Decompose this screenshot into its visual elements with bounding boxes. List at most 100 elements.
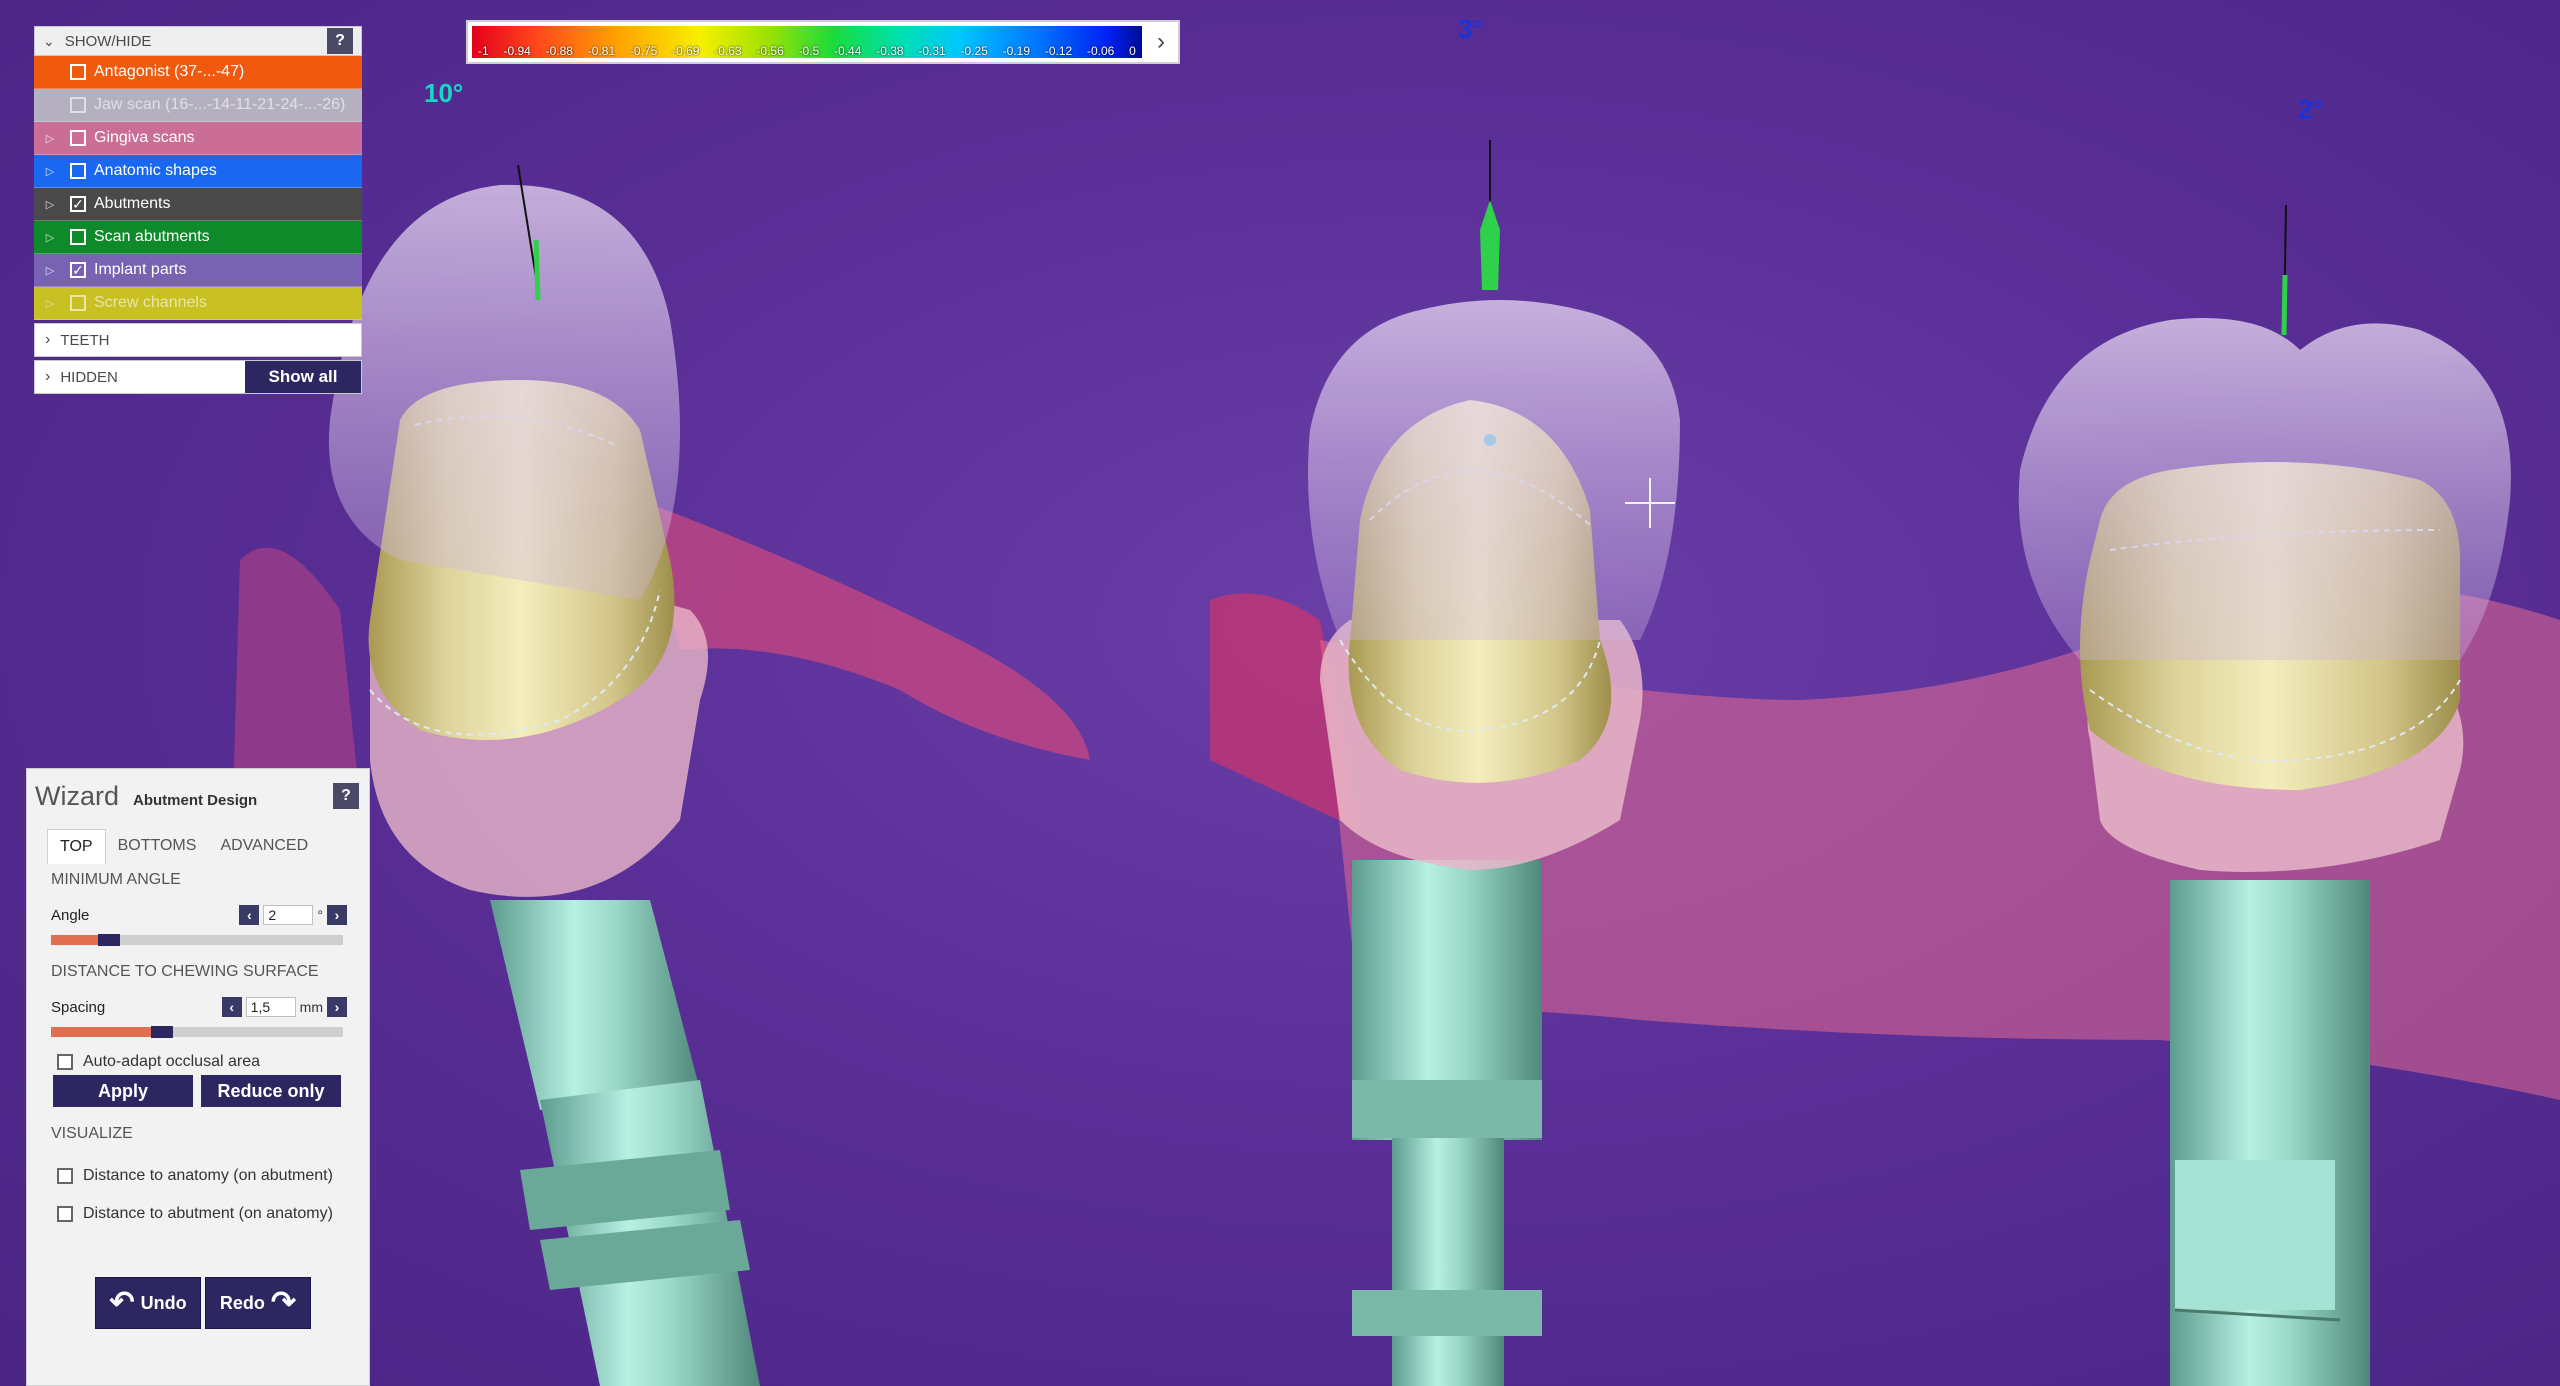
spacing-slider-thumb[interactable] xyxy=(150,1026,173,1038)
color-scale-tick: -0.12 xyxy=(1044,44,1073,58)
distance-color-scale: -1 -0.94 -0.88 -0.81 -0.75 -0.69 -0.63 -0.56 -0.… xyxy=(466,20,1180,64)
axis-marker-middle xyxy=(1480,200,1500,290)
show-hide-item-label: Antagonist (37-...-47) xyxy=(94,63,245,80)
show-hide-item-label: Scan abutments xyxy=(94,228,210,245)
vis-option-box[interactable] xyxy=(57,1206,73,1222)
visibility-checkbox[interactable] xyxy=(70,163,86,179)
angle-input[interactable]: 2 xyxy=(263,905,314,925)
undo-label: Undo xyxy=(140,1292,187,1313)
color-scale-tick: -0.06 xyxy=(1086,44,1115,58)
color-scale-tick: -0.25 xyxy=(960,44,988,58)
show-hide-item[interactable]: Jaw scan (16-...-14-11-21-24-...-26) xyxy=(34,89,362,122)
expand-triangle-icon[interactable]: ▷ xyxy=(40,231,60,244)
angle-unit: ° xyxy=(317,907,323,923)
show-hide-item[interactable]: Antagonist (37-...-47) xyxy=(34,56,362,89)
help-button[interactable]: ? xyxy=(327,28,353,54)
visibility-checkbox[interactable] xyxy=(70,229,86,245)
show-all-button[interactable]: Show all xyxy=(245,361,361,393)
visibility-checkbox[interactable] xyxy=(70,97,86,113)
color-scale-tick: -0.19 xyxy=(1002,44,1031,58)
hidden-label: HIDDEN xyxy=(60,368,118,386)
visibility-checkbox[interactable]: ✓ xyxy=(70,196,86,212)
show-hide-item[interactable]: ▷ Screw channels xyxy=(34,287,362,320)
3d-viewport[interactable] xyxy=(0,0,2560,1386)
color-scale-tick: -0.38 xyxy=(876,44,904,58)
color-scale-tick: -1 xyxy=(478,44,489,58)
tab-bottoms[interactable]: BOTTOMS xyxy=(106,829,209,864)
color-scale-tick: -0.63 xyxy=(714,44,742,58)
apply-button[interactable]: Apply xyxy=(53,1075,193,1107)
show-hide-list: Antagonist (37-...-47) Jaw scan (16-...-1… xyxy=(34,56,362,320)
angle-increase-button[interactable]: › xyxy=(327,905,347,925)
spacing-stepper: ‹ 1,5 mm › xyxy=(221,997,347,1017)
implant-right xyxy=(2170,880,2370,1386)
show-hide-item[interactable]: ▷ ✓ Abutments xyxy=(34,188,362,221)
reduce-only-button[interactable]: Reduce only xyxy=(201,1075,341,1107)
vis-option-label: Distance to abutment (on anatomy) xyxy=(83,1205,333,1222)
auto-adapt-checkbox[interactable]: Auto-adapt occlusal area xyxy=(57,1053,260,1071)
expand-triangle-icon[interactable]: ▷ xyxy=(40,264,60,277)
spacing-slider-fill xyxy=(51,1027,162,1037)
spacing-input[interactable]: 1,5 xyxy=(245,997,296,1017)
wizard-header: Wizard Abutment Design ? xyxy=(35,781,361,812)
show-hide-item[interactable]: ▷ ✓ Implant parts xyxy=(34,254,362,287)
crown-left xyxy=(328,184,680,601)
auto-adapt-label: Auto-adapt occlusal area xyxy=(83,1053,260,1070)
vis-distance-abutment-checkbox[interactable]: Distance to abutment (on anatomy) xyxy=(57,1205,333,1223)
angle-slider[interactable] xyxy=(51,934,343,946)
show-hide-item-label: Anatomic shapes xyxy=(94,162,217,179)
distance-section: DISTANCE TO CHEWING SURFACE xyxy=(51,963,319,980)
spacing-increase-button[interactable]: › xyxy=(327,997,347,1017)
redo-button[interactable]: Redo ↷ xyxy=(205,1277,311,1329)
visibility-checkbox[interactable] xyxy=(70,64,86,80)
expand-triangle-icon[interactable]: ▷ xyxy=(40,132,60,145)
color-scale-bar: -1 -0.94 -0.88 -0.81 -0.75 -0.69 -0.63 -0.56 -0.… xyxy=(472,26,1142,58)
wizard-tabs: TOP BOTTOMS ADVANCED xyxy=(47,829,320,864)
spacing-decrease-button[interactable]: ‹ xyxy=(221,997,242,1017)
angle-slider-thumb[interactable] xyxy=(98,934,121,946)
color-scale-tick: -0.94 xyxy=(503,44,531,58)
tab-advanced[interactable]: ADVANCED xyxy=(208,829,320,864)
color-scale-tick: 0 xyxy=(1129,44,1136,58)
hidden-section[interactable]: › HIDDEN Show all xyxy=(34,360,362,394)
implant-left xyxy=(490,900,760,1386)
undo-icon: ↶ xyxy=(109,1286,135,1319)
show-hide-item[interactable]: ▷ Gingiva scans xyxy=(34,122,362,155)
visibility-checkbox[interactable] xyxy=(70,295,86,311)
expand-triangle-icon[interactable]: ▷ xyxy=(40,165,60,178)
expand-triangle-icon[interactable]: ▷ xyxy=(40,297,60,310)
spacing-unit: mm xyxy=(299,999,323,1015)
color-scale-ticks: -1 -0.94 -0.88 -0.81 -0.75 -0.69 -0.63 -0.56 -0.… xyxy=(472,44,1142,58)
show-hide-item[interactable]: ▷ Scan abutments xyxy=(34,221,362,254)
angle-label-left: 10° xyxy=(424,78,464,108)
teeth-section[interactable]: › TEETH xyxy=(34,323,362,357)
show-hide-panel: ⌄ SHOW/HIDE ? Antagonist (37-...-47) Jaw … xyxy=(34,26,362,394)
chevron-right-icon[interactable]: › xyxy=(1144,22,1178,62)
spacing-slider[interactable] xyxy=(51,1026,343,1038)
visibility-checkbox[interactable] xyxy=(70,130,86,146)
vis-option-box[interactable] xyxy=(57,1168,73,1184)
color-scale-tick: -0.81 xyxy=(587,44,616,58)
auto-adapt-box[interactable] xyxy=(57,1054,73,1070)
visibility-checkbox[interactable]: ✓ xyxy=(70,262,86,278)
redo-label: Redo xyxy=(219,1292,265,1313)
angle-stepper: ‹ 2 ° › xyxy=(239,905,347,925)
chevron-down-icon: ⌄ xyxy=(43,32,55,49)
spacing-row: Spacing ‹ 1,5 mm › xyxy=(51,997,347,1017)
angle-label-middle: 3° xyxy=(1458,14,1483,44)
undo-button[interactable]: ↶ Undo xyxy=(95,1277,201,1329)
redo-icon: ↷ xyxy=(270,1286,297,1319)
show-hide-item[interactable]: ▷ Anatomic shapes xyxy=(34,155,362,188)
wizard-help-button[interactable]: ? xyxy=(333,783,359,809)
angle-decrease-button[interactable]: ‹ xyxy=(239,905,260,925)
show-hide-item-label: Abutments xyxy=(94,195,171,212)
undo-redo-group: ↶ Undo Redo ↷ xyxy=(95,1277,311,1329)
expand-triangle-icon[interactable]: ▷ xyxy=(40,198,60,211)
show-hide-header[interactable]: ⌄ SHOW/HIDE ? xyxy=(34,26,362,56)
wizard-subtitle: Abutment Design xyxy=(133,792,258,809)
color-scale-tick: -0.75 xyxy=(629,44,658,58)
spacing-label: Spacing xyxy=(51,998,106,1016)
tab-top[interactable]: TOP xyxy=(47,829,106,864)
vis-distance-anatomy-checkbox[interactable]: Distance to anatomy (on abutment) xyxy=(57,1167,333,1185)
vis-option-label: Distance to anatomy (on abutment) xyxy=(83,1167,333,1184)
